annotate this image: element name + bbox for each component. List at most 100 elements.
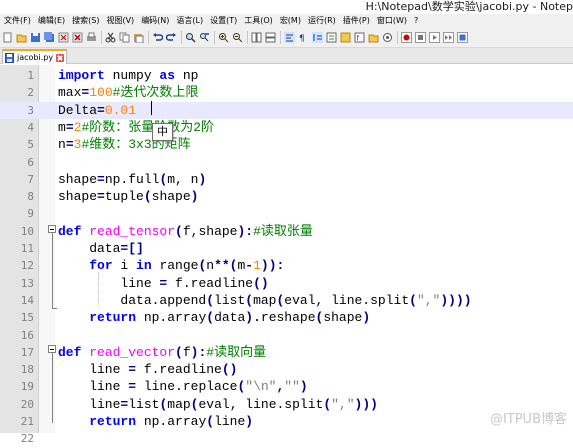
text-caret — [151, 101, 152, 115]
code-line[interactable]: 4 m=2#阶数：张量阶数为2阶 — [0, 119, 573, 136]
line-number: 7 — [27, 172, 34, 186]
code-token: = — [128, 362, 137, 378]
cut-icon[interactable] — [105, 32, 116, 43]
wrap-icon[interactable] — [284, 32, 295, 43]
fold-guide — [51, 233, 53, 308]
menu-item[interactable]: 插件(P) — [339, 14, 373, 28]
close-all-icon[interactable] — [72, 32, 83, 43]
code-text: Delta=0.01 — [58, 102, 136, 119]
copy-icon[interactable] — [119, 32, 130, 43]
code-editor[interactable]: 1 import numpy as np 2 max=100#迭代次数上限 3 Delta… — [0, 65, 573, 445]
code-line[interactable]: 10 def read_tensor(f,shape):#读取张量 — [0, 223, 573, 240]
play-icon[interactable] — [429, 32, 440, 43]
code-token: return — [89, 414, 137, 429]
menu-item[interactable]: 文件(F) — [0, 14, 34, 28]
udl-icon[interactable] — [326, 32, 337, 43]
paste-icon[interactable] — [133, 32, 144, 43]
line-number: 10 — [20, 224, 34, 238]
code-token: np.array — [136, 310, 207, 326]
folder-icon[interactable] — [368, 32, 379, 43]
code-line[interactable]: 20 line=list(map(eval, line.split(","))) — [0, 396, 573, 413]
code-token: np — [175, 68, 199, 83]
doc-map-icon[interactable] — [340, 32, 351, 43]
zoom-out-icon[interactable] — [232, 32, 243, 43]
code-token: =[] — [120, 241, 144, 256]
code-line[interactable]: 2 max=100#迭代次数上限 — [0, 84, 573, 101]
code-line[interactable]: 3 Delta=0.01 — [0, 101, 573, 119]
replace-icon[interactable] — [199, 32, 210, 43]
menu-item[interactable]: ? — [410, 14, 421, 28]
save-macro-icon[interactable] — [457, 32, 468, 43]
menu-item[interactable]: 运行(R) — [304, 14, 339, 28]
tab-jacobi-py[interactable]: jacobi.py — [2, 49, 68, 64]
line-number: 17 — [20, 345, 34, 359]
code-token: numpy — [104, 68, 160, 83]
run-multi-icon[interactable] — [443, 32, 454, 43]
code-line[interactable]: 1 import numpy as np — [0, 67, 573, 84]
print-icon[interactable] — [86, 32, 97, 43]
find-icon[interactable] — [185, 32, 196, 43]
code-token: #迭代次数上限 — [112, 85, 199, 101]
menu-item[interactable]: 编码(N) — [137, 14, 172, 28]
code-line[interactable]: 17 def read_vector(f):#读取向量 — [0, 344, 573, 361]
code-line[interactable]: 21 return np.array(line) — [0, 413, 573, 430]
code-line[interactable]: 14 data.append(list(map(eval, line.split… — [0, 292, 573, 309]
menu-item[interactable]: 语言(L) — [172, 14, 206, 28]
menu-item[interactable]: 工具(O) — [240, 14, 276, 28]
menu-item[interactable]: 宏(M) — [276, 14, 304, 28]
zoom-in-icon[interactable] — [218, 32, 229, 43]
save-icon[interactable] — [30, 32, 41, 43]
monitor-icon[interactable] — [382, 32, 393, 43]
code-line[interactable]: 7 shape=np.full(m, n) — [0, 171, 573, 188]
code-token: read_tensor — [89, 223, 176, 239]
code-line[interactable]: 11 data=[] — [0, 240, 573, 257]
code-line[interactable]: 9 — [0, 205, 573, 222]
menu-item[interactable]: 搜索(S) — [68, 14, 102, 28]
indent-guide-icon[interactable] — [312, 32, 323, 43]
fold-toggle-read-vector[interactable] — [48, 345, 56, 353]
code-text: shape=np.full(m, n) — [58, 171, 206, 188]
code-token: shape — [323, 310, 363, 326]
code-line[interactable]: 12 for i in range(n**(m-1)): — [0, 257, 573, 274]
tab-label: jacobi.py — [17, 52, 54, 62]
code-token: ) — [299, 379, 308, 395]
code-line[interactable]: 13 line = f.readline() — [0, 275, 573, 292]
stop-icon[interactable] — [415, 32, 426, 43]
sync-v-icon[interactable] — [251, 32, 262, 43]
code-text: data=[] — [58, 240, 144, 257]
function-list-icon[interactable]: f — [354, 32, 365, 43]
menu-item[interactable]: 视图(V) — [102, 14, 137, 28]
code-line[interactable]: 8 shape=tuple(shape) — [0, 188, 573, 205]
redo-icon[interactable] — [166, 32, 177, 43]
code-line[interactable]: 15 return np.array(data).reshape(shape) — [0, 309, 573, 326]
open-icon[interactable] — [16, 32, 27, 43]
ime-mode-indicator[interactable]: 中 — [152, 123, 173, 141]
all-chars-icon[interactable]: ¶ — [298, 32, 309, 43]
code-line[interactable]: 16 — [0, 327, 573, 344]
code-token: #读取张量 — [253, 223, 313, 239]
record-icon[interactable] — [401, 32, 412, 43]
line-number: 14 — [20, 293, 34, 307]
sync-h-icon[interactable] — [265, 32, 276, 43]
code-text: max=100#迭代次数上限 — [58, 84, 198, 101]
code-line[interactable]: 5 n=3#维数：3x3的矩阵 — [0, 136, 573, 153]
new-icon[interactable] — [2, 32, 13, 43]
menu-item[interactable]: 设置(T) — [206, 14, 240, 28]
menu-item[interactable]: 窗口(W) — [373, 14, 410, 28]
code-line[interactable]: 18 line = f.readline() — [0, 361, 573, 378]
code-token: #读取向量 — [206, 344, 267, 360]
save-all-icon[interactable] — [44, 32, 55, 43]
line-number: 20 — [20, 397, 34, 411]
watermark: @ITPUB博客 — [489, 412, 567, 427]
close-icon[interactable] — [58, 32, 69, 43]
code-line[interactable]: 19 line = line.replace("\n","") — [0, 378, 573, 395]
close-tab-icon[interactable] — [56, 53, 65, 62]
code-line[interactable]: 6 — [0, 154, 573, 171]
fold-toggle-read-tensor[interactable] — [48, 225, 56, 233]
toolbar-separator — [101, 31, 102, 44]
toolbar-separator — [397, 31, 398, 44]
menu-item[interactable]: 编辑(E) — [34, 14, 68, 28]
code-token: ( — [175, 344, 183, 360]
line-number: 18 — [20, 363, 34, 377]
undo-icon[interactable] — [152, 32, 163, 43]
